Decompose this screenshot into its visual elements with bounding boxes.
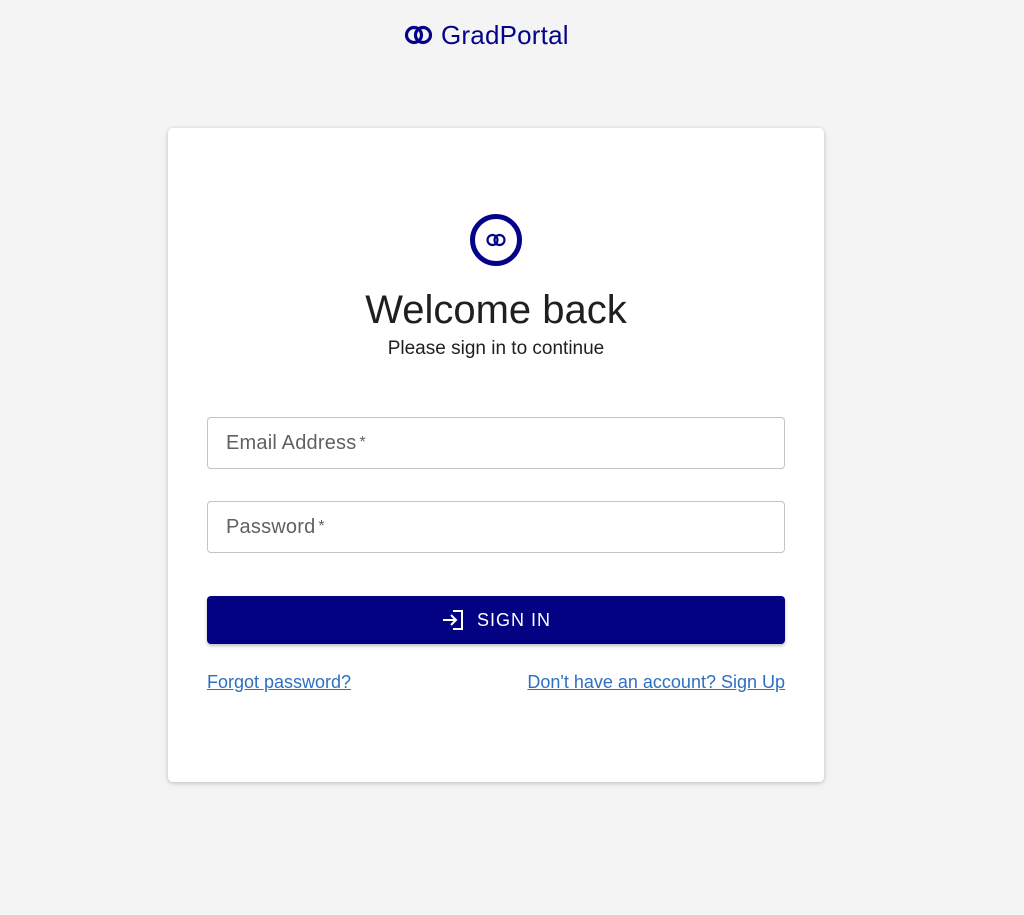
page-subtitle: Please sign in to continue [387,338,605,359]
logo-badge [470,214,522,266]
email-required-marker: * [359,434,366,451]
password-field[interactable]: Password * [207,501,785,553]
brand-link[interactable]: GradPortal [404,18,569,52]
brand-name: GradPortal [441,20,569,50]
login-card: Welcome back Please sign in to continue … [168,128,824,782]
rings-logo-icon [486,233,506,247]
top-bar: GradPortal [0,18,1024,52]
page-title: Welcome back [365,288,627,332]
email-field-label: Email Address [226,431,357,454]
sign-up-link[interactable]: Don't have an account? Sign Up [527,670,785,694]
login-arrow-icon [442,610,463,630]
rings-logo-icon [404,25,433,45]
forgot-password-link[interactable]: Forgot password? [207,670,351,694]
password-required-marker: * [318,518,325,535]
password-field-label: Password [226,515,316,538]
sign-in-button-label: SIGN IN [476,609,551,630]
sign-in-button[interactable]: SIGN IN [207,596,785,644]
email-field[interactable]: Email Address * [207,417,785,469]
